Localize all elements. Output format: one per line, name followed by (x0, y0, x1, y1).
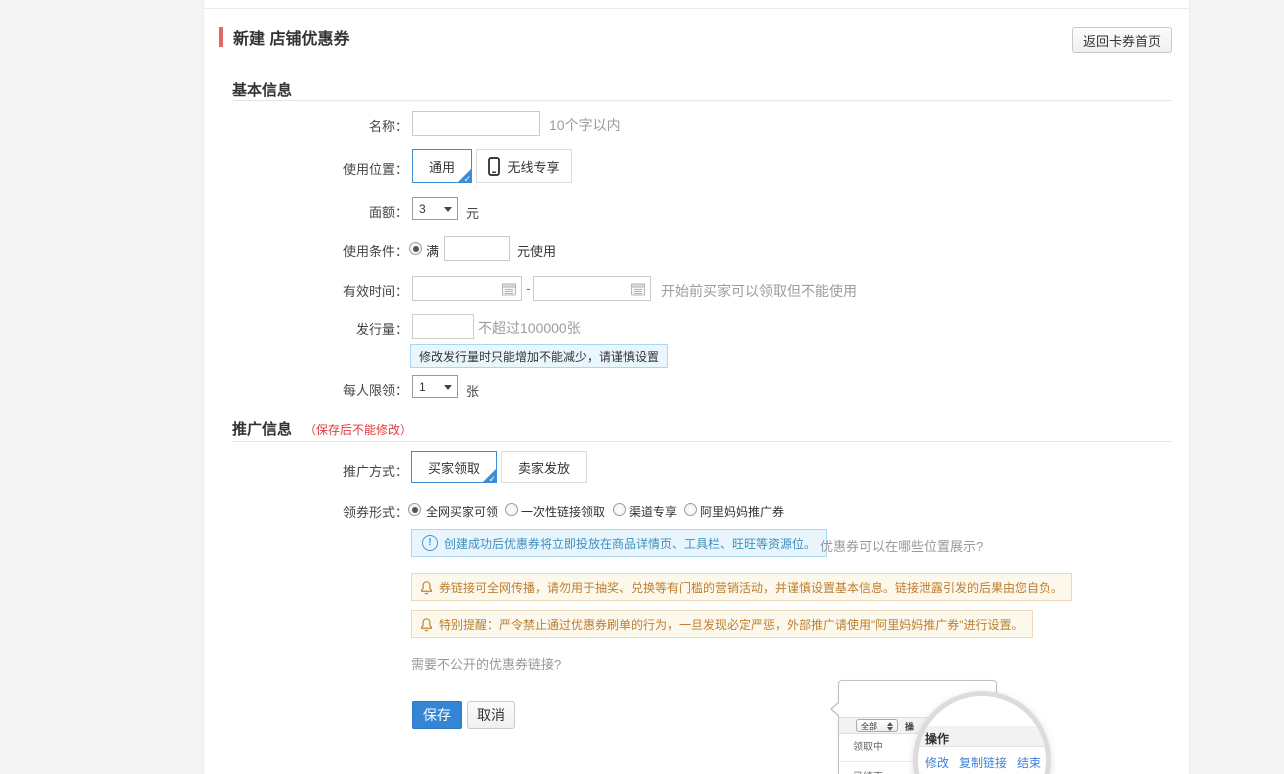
position-wireless-toggle[interactable]: 无线专享 (476, 149, 572, 183)
receive-option-label: 阿里妈妈推广券 (700, 503, 784, 520)
valid-time-label: 有效时间： (228, 281, 408, 300)
method-seller-label: 卖家发放 (518, 458, 570, 477)
placement-info-text: 创建成功后优惠券将立即投放在商品详情页、工具栏、旺旺等资源位。 (444, 535, 816, 552)
position-wireless-label: 无线专享 (507, 157, 559, 176)
name-input[interactable] (412, 111, 540, 136)
receive-radio-all-buyers[interactable] (408, 503, 421, 516)
receive-form-label: 领券形式： (228, 502, 408, 521)
popup-callout-arrow-fill (832, 702, 840, 716)
amount-label: 面额： (228, 202, 408, 221)
issue-count-label: 发行量： (228, 319, 408, 338)
page-title: 新建 店铺优惠券 (233, 25, 349, 49)
receive-option-label: 渠道专享 (629, 503, 677, 520)
chevron-down-icon (444, 385, 452, 390)
method-seller-send-toggle[interactable]: 卖家发放 (501, 451, 587, 483)
issue-count-notice: 修改发行量时只能增加不能减少，请谨慎设置 (410, 344, 668, 368)
magnified-column-header: 操作 (925, 730, 949, 747)
save-button[interactable]: 保存 (412, 701, 462, 729)
preview-filter-value: 全部 (861, 721, 877, 732)
info-icon (422, 535, 438, 551)
receive-radio-alimama[interactable] (684, 503, 697, 516)
issue-count-input[interactable] (412, 314, 474, 339)
date-separator: - (526, 280, 531, 296)
receive-radio-channel-exclusive[interactable] (613, 503, 626, 516)
cancel-button[interactable]: 取消 (467, 701, 515, 729)
amount-select-value: 3 (419, 202, 426, 216)
magnified-action-links: 修改 复制链接 结束 (925, 754, 1041, 771)
select-updown-icon (887, 722, 894, 731)
limit-select[interactable]: 1 (412, 375, 458, 398)
back-to-cards-home-button[interactable]: 返回卡券首页 (1072, 27, 1172, 53)
phone-icon (488, 157, 500, 176)
limit-unit: 张 (466, 381, 479, 400)
receive-option-label: 全网买家可领 (426, 503, 498, 520)
link-warning-text: 券链接可全网传播，请勿用于抽奖、兑换等有门槛的营销活动，并谨慎设置基本信息。链接… (439, 579, 1063, 596)
title-accent-bar (219, 27, 223, 47)
calendar-icon (502, 282, 516, 295)
condition-label: 使用条件： (228, 241, 408, 260)
method-buyer-collect-toggle[interactable]: 买家领取 (411, 451, 497, 483)
placement-question-link[interactable]: 优惠券可以在哪些位置展示? (820, 536, 983, 555)
bell-icon (420, 617, 433, 632)
preview-row-collecting: 领取中 (853, 738, 883, 753)
preview-row-ended: 已结束 (853, 768, 883, 774)
section-divider (232, 441, 1172, 442)
selected-check-icon (457, 168, 472, 183)
amount-unit: 元 (466, 203, 479, 222)
limit-label: 每人限领： (228, 380, 408, 399)
promo-section-note: （保存后不能修改） (304, 421, 412, 438)
panel-top-divider (203, 8, 1190, 9)
valid-time-hint: 开始前买家可以领取但不能使用 (661, 281, 857, 301)
issue-count-hint: 不超过100000张 (478, 318, 581, 338)
preview-filter-select: 全部 (856, 719, 898, 732)
copy-link-link: 复制链接 (959, 754, 1007, 771)
promo-method-label: 推广方式： (228, 461, 408, 480)
basic-section-title: 基本信息 (232, 79, 292, 100)
start-date-input[interactable] (412, 276, 522, 301)
position-general-label: 通用 (429, 157, 455, 176)
special-warning-box: 特别提醒：严令禁止通过优惠券刷单的行为，一旦发现必定严惩，外部推广请使用"阿里妈… (411, 610, 1033, 638)
condition-suffix: 元使用 (517, 241, 556, 260)
end-date-input[interactable] (533, 276, 651, 301)
section-divider (232, 100, 1172, 101)
condition-radio-label: 满 (426, 241, 439, 260)
edit-link: 修改 (925, 754, 949, 771)
name-label: 名称： (228, 116, 408, 135)
amount-select[interactable]: 3 (412, 197, 458, 220)
condition-amount-input[interactable] (444, 236, 510, 261)
link-warning-box: 券链接可全网传播，请勿用于抽奖、兑换等有门槛的营销活动，并谨慎设置基本信息。链接… (411, 573, 1072, 601)
name-hint: 10个字以内 (549, 115, 621, 135)
receive-radio-one-time-link[interactable] (505, 503, 518, 516)
selected-check-icon (482, 468, 497, 483)
end-link: 结束 (1017, 754, 1041, 771)
use-position-label: 使用位置： (228, 159, 408, 178)
position-general-toggle[interactable]: 通用 (412, 149, 472, 183)
placement-info-box: 创建成功后优惠券将立即投放在商品详情页、工具栏、旺旺等资源位。 (411, 529, 827, 557)
method-buyer-label: 买家领取 (428, 458, 480, 477)
special-warning-text: 特别提醒：严令禁止通过优惠券刷单的行为，一旦发现必定严惩，外部推广请使用"阿里妈… (439, 616, 1024, 633)
receive-option-label: 一次性链接领取 (521, 503, 605, 520)
limit-select-value: 1 (419, 380, 426, 394)
preview-column-header-partial: 操 (905, 720, 914, 733)
private-link-question[interactable]: 需要不公开的优惠券链接? (411, 654, 561, 673)
condition-radio[interactable] (409, 242, 422, 255)
promo-section-title: 推广信息 (232, 418, 292, 439)
chevron-down-icon (444, 207, 452, 212)
page: 新建 店铺优惠券 返回卡券首页 基本信息 名称： 10个字以内 使用位置： 通用… (0, 0, 1284, 774)
bell-icon (420, 580, 433, 595)
calendar-icon (631, 282, 645, 295)
